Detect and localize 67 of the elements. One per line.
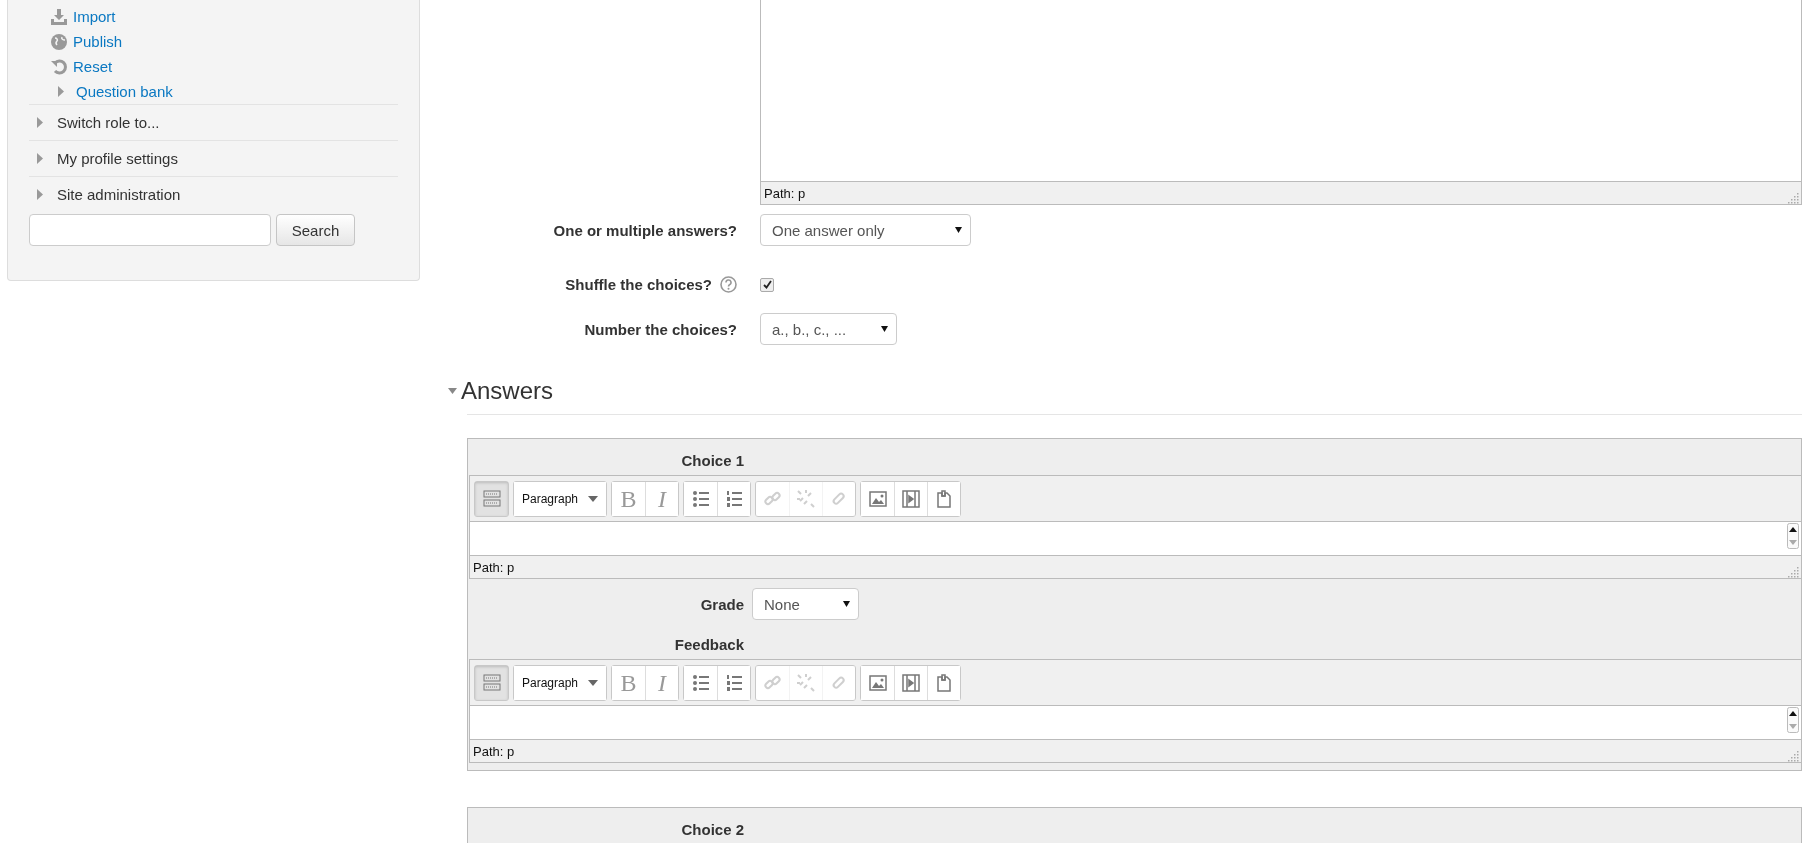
sidebar-link[interactable]: Reset xyxy=(73,58,113,75)
path-label: Path: p xyxy=(473,559,515,575)
feedback-label: Feedback xyxy=(674,636,744,653)
path-label: Path: p xyxy=(764,185,806,201)
caret-icon xyxy=(588,496,598,502)
dropdown-select[interactable]: One answer only xyxy=(760,214,971,246)
broken-link-icon xyxy=(796,489,816,509)
download-tray-icon xyxy=(51,8,67,25)
numbered-list-button[interactable] xyxy=(717,666,750,700)
dropdown-caret-icon xyxy=(881,326,888,332)
text-input-field[interactable] xyxy=(470,522,1801,556)
section-heading[interactable]: Answers xyxy=(461,377,554,405)
checkbox[interactable] xyxy=(760,277,774,292)
field-label: Number the choices? xyxy=(584,320,737,338)
toolbar-toggle-button[interactable] xyxy=(475,482,508,516)
scrollbar[interactable] xyxy=(1787,707,1799,733)
sidebar-section[interactable]: Switch role to... xyxy=(57,114,160,131)
paragraph-dropdown[interactable]: Paragraph xyxy=(514,482,606,516)
paragraph-dropdown[interactable]: Paragraph xyxy=(514,666,606,700)
files-button[interactable] xyxy=(927,666,960,700)
stacked-bars-icon xyxy=(481,673,502,693)
stacked-bars-icon xyxy=(481,489,502,509)
document-icon xyxy=(934,489,954,509)
choice-label: Choice 1 xyxy=(681,452,744,469)
text-input-field[interactable] xyxy=(470,706,1801,740)
resize-grip-icon[interactable] xyxy=(1787,192,1799,204)
scrollbar[interactable] xyxy=(1787,523,1799,549)
film-icon xyxy=(901,489,921,509)
choice-label: Choice 2 xyxy=(681,821,744,838)
refresh-icon xyxy=(51,58,67,75)
dropdown-caret-icon xyxy=(843,601,850,607)
dropdown-caret-icon xyxy=(955,227,962,233)
numbered-list-button[interactable] xyxy=(717,482,750,516)
bullet-list-icon xyxy=(690,673,711,693)
sidebar-link[interactable]: Import xyxy=(73,8,116,25)
search-field[interactable] xyxy=(29,214,271,246)
document-icon xyxy=(934,673,954,693)
expand-triangle-icon[interactable] xyxy=(36,153,45,164)
sidebar-section[interactable]: My profile settings xyxy=(57,150,178,167)
globe-icon xyxy=(51,33,67,50)
broken-link-icon xyxy=(796,673,816,693)
resize-grip-icon[interactable] xyxy=(1787,750,1799,762)
collapse-triangle-icon[interactable] xyxy=(448,385,457,397)
toolbar-toggle-button[interactable] xyxy=(475,666,508,700)
sidebar-link[interactable]: Question bank xyxy=(76,83,173,100)
sidebar-link[interactable]: Publish xyxy=(73,33,123,50)
files-button[interactable] xyxy=(927,482,960,516)
resize-grip-icon[interactable] xyxy=(1787,566,1799,578)
numbered-list-icon xyxy=(724,489,744,509)
dropdown-select[interactable]: None xyxy=(752,588,859,620)
expand-triangle-icon[interactable] xyxy=(36,189,45,200)
search-button[interactable]: Search xyxy=(276,214,355,246)
expand-triangle-icon[interactable] xyxy=(36,117,45,128)
path-label: Path: p xyxy=(473,743,515,759)
expand-triangle-icon[interactable] xyxy=(57,86,66,97)
dropdown-select[interactable]: a., b., c., ... xyxy=(760,313,897,345)
film-icon xyxy=(901,673,921,693)
bullet-list-icon xyxy=(690,489,711,509)
help-icon[interactable] xyxy=(720,276,737,293)
sidebar-section[interactable]: Site administration xyxy=(57,186,181,203)
image-icon xyxy=(867,489,888,509)
field-label: One or multiple answers? xyxy=(553,221,737,239)
field-label: Shuffle the choices? xyxy=(565,276,712,293)
image-icon xyxy=(867,673,888,693)
numbered-list-icon xyxy=(724,673,744,693)
grade-label: Grade xyxy=(699,595,744,613)
caret-icon xyxy=(588,680,598,686)
